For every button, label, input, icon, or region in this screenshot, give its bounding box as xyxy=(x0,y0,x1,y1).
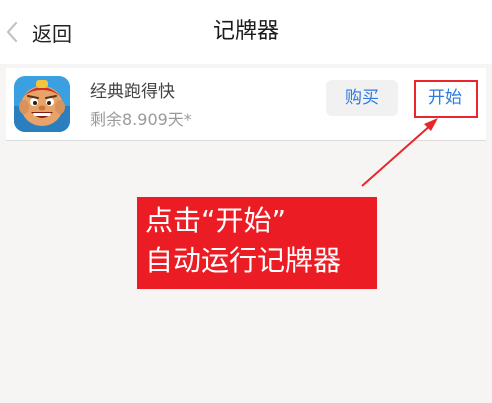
instruction-callout: 点击“开始” 自动运行记牌器 xyxy=(137,197,377,289)
callout-line-2: 自动运行记牌器 xyxy=(145,244,342,277)
callout-line-1: 点击“开始” xyxy=(145,204,287,237)
